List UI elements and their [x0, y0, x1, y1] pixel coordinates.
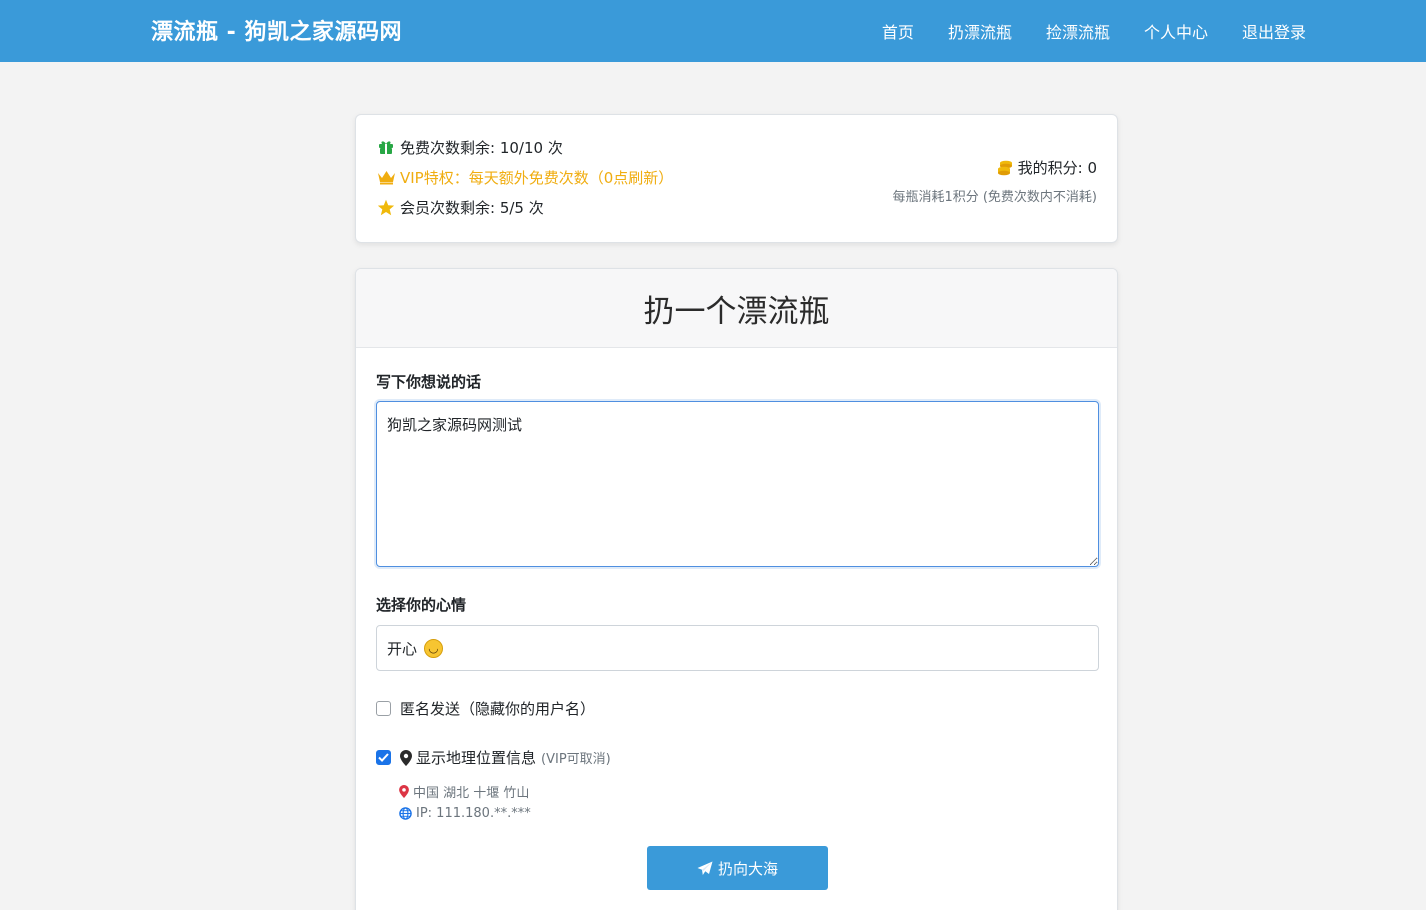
nav-link-throw-bottle[interactable]: 扔漂流瓶 [948, 19, 1012, 43]
free-quota-row: 免费次数剩余: 10/10 次 [376, 137, 563, 158]
location-place-row: 中国 湖北 十堰 竹山 [399, 780, 531, 802]
top-navbar: 漂流瓶 - 狗凯之家源码网 首页 扔漂流瓶 捡漂流瓶 个人中心 退出登录 [0, 0, 1426, 62]
location-option[interactable]: 显示地理位置信息 (VIP可取消) [376, 747, 611, 768]
points-note: 每瓶消耗1积分 (免费次数内不消耗) [892, 190, 1097, 205]
location-checkbox[interactable] [376, 750, 391, 765]
mood-selected-value: 开心 [387, 639, 418, 658]
anonymous-option[interactable]: 匿名发送（隐藏你的用户名） [376, 698, 595, 719]
vip-privilege-row: VIP特权：每天额外免费次数（0点刷新） [376, 167, 673, 188]
coins-icon [997, 160, 1014, 176]
message-textarea[interactable]: 狗凯之家源码网测试 [376, 401, 1099, 567]
gift-icon [376, 139, 396, 157]
location-ip: IP: 111.180.**.*** [416, 805, 531, 821]
anonymous-checkbox[interactable] [376, 701, 391, 716]
mood-select[interactable]: 开心 ◡ [376, 625, 1099, 671]
anonymous-label: 匿名发送（隐藏你的用户名） [400, 700, 596, 718]
message-label: 写下你想说的话 [376, 373, 482, 391]
free-quota-text: 免费次数剩余: 10/10 次 [400, 139, 563, 157]
map-pin-icon [399, 784, 409, 798]
location-label: 显示地理位置信息 [416, 749, 537, 767]
crown-icon [376, 169, 396, 187]
nav-link-logout[interactable]: 退出登录 [1242, 19, 1306, 43]
location-ip-row: IP: 111.180.**.*** [399, 802, 531, 824]
throw-bottle-card: 扔一个漂流瓶 写下你想说的话 狗凯之家源码网测试 选择你的心情 开心 ◡ 匿名发… [355, 268, 1118, 910]
paper-plane-icon [697, 861, 713, 876]
smiley-icon: ◡ [424, 638, 444, 658]
mood-label: 选择你的心情 [376, 596, 467, 614]
member-quota-text: 会员次数剩余: 5/5 次 [400, 199, 544, 217]
star-icon [376, 199, 396, 217]
map-marker-icon [400, 749, 412, 766]
location-vip-note: (VIP可取消) [541, 752, 611, 767]
nav-link-pick-bottle[interactable]: 捡漂流瓶 [1046, 19, 1110, 43]
member-quota-row: 会员次数剩余: 5/5 次 [376, 197, 544, 218]
globe-icon [399, 806, 412, 820]
quota-card: 免费次数剩余: 10/10 次 VIP特权：每天额外免费次数（0点刷新） 会员次… [355, 114, 1118, 243]
location-info: 中国 湖北 十堰 竹山 IP: 111.180.**.*** [399, 780, 531, 824]
nav-link-profile[interactable]: 个人中心 [1144, 19, 1208, 43]
throw-to-sea-button[interactable]: 扔向大海 [647, 846, 828, 890]
location-place: 中国 湖北 十堰 竹山 [413, 785, 530, 801]
card-header: 扔一个漂流瓶 [356, 269, 1117, 348]
nav-link-home[interactable]: 首页 [882, 19, 914, 43]
page-title: 扔一个漂流瓶 [643, 293, 830, 330]
points-box: 我的积分: 0 每瓶消耗1积分 (免费次数内不消耗) [892, 157, 1097, 205]
site-brand[interactable]: 漂流瓶 - 狗凯之家源码网 [151, 14, 402, 46]
points-text: 我的积分: 0 [1017, 159, 1097, 177]
nav-links: 首页 扔漂流瓶 捡漂流瓶 个人中心 退出登录 [882, 19, 1306, 43]
submit-label: 扔向大海 [717, 859, 778, 878]
vip-privilege-text: VIP特权：每天额外免费次数（0点刷新） [400, 169, 674, 187]
